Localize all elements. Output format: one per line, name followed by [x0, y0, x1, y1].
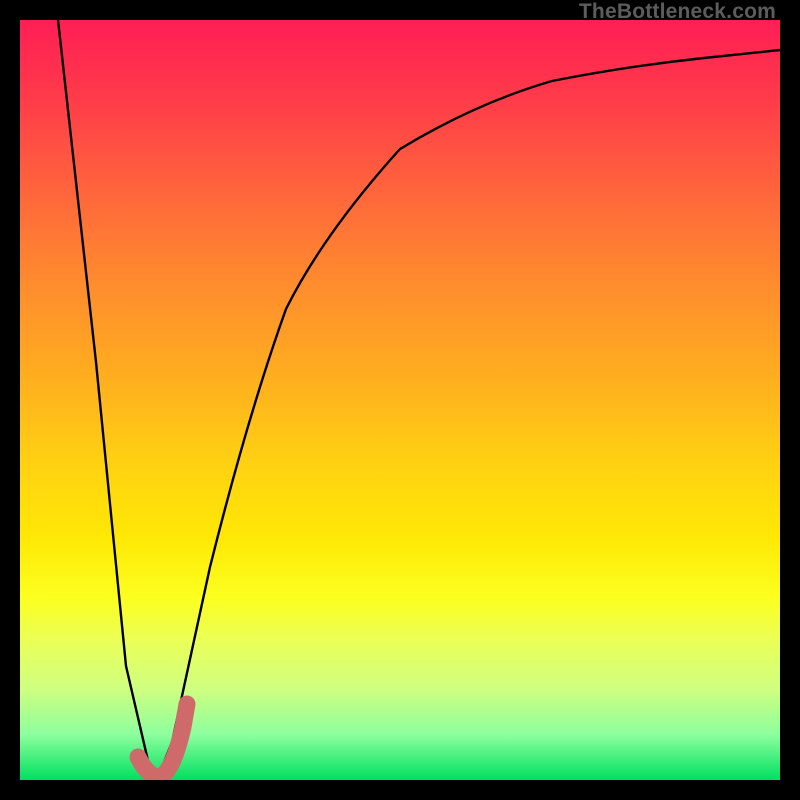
bottleneck-curve-right [157, 50, 780, 780]
curve-layer [20, 20, 780, 780]
chart-frame: TheBottleneck.com [0, 0, 800, 800]
j-marker-highlight [138, 704, 187, 778]
plot-area [20, 20, 780, 780]
bottleneck-curve-left [58, 20, 157, 780]
